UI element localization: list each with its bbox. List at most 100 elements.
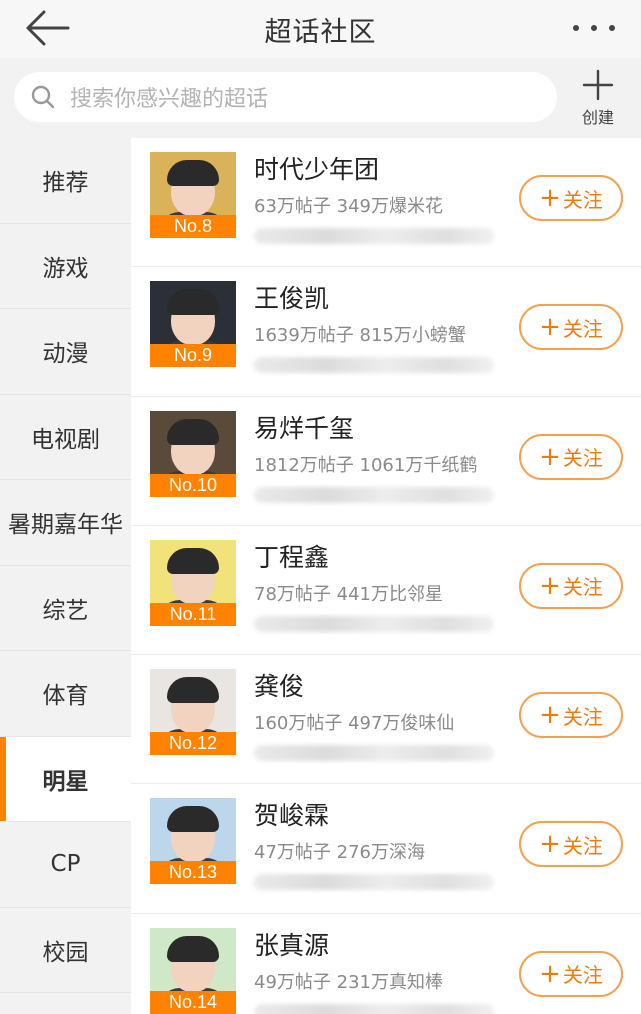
list-item[interactable]: No.8 时代少年团 63万帖子 349万爆米花 + 关注 [131,138,641,268]
list-item[interactable]: No.14 张真源 49万帖子 231万真知棒 + 关注 [131,914,641,1014]
page-title: 超话社区 [264,16,377,48]
sidebar-item[interactable]: 推荐 [0,138,131,224]
thumbnail-hair [167,806,219,833]
follow-button[interactable]: + 关注 [519,562,623,609]
blurred-text [254,228,494,244]
sidebar-item-label: 明星 [42,768,89,795]
blurred-text [254,615,494,632]
follow-button[interactable]: + 关注 [519,950,623,997]
create-button[interactable]: 创建 [570,66,626,132]
create-label: 创建 [581,108,614,127]
topic-stats: 78万帖子 441万比邻星 [254,583,443,605]
topic-name: 丁程鑫 [254,542,330,572]
topic-name: 易烊千玺 [254,413,355,443]
follow-plus-icon: + [539,183,561,213]
follow-button[interactable]: + 关注 [519,692,623,739]
rank-badge: No.12 [150,732,236,756]
rank-badge: No.8 [150,215,236,238]
search-input[interactable]: 搜索你感兴趣的超话 [14,72,557,122]
rank-badge: No.13 [150,861,236,885]
sidebar-item-label: 暑期嘉年华 [8,512,123,539]
topic-thumbnail: No.13 [150,798,236,885]
thumbnail-hair [167,160,219,186]
sidebar-item[interactable]: 体育 [0,651,131,737]
follow-plus-icon: + [539,441,561,472]
rank-badge: No.11 [150,602,236,626]
topic-name: 王俊凯 [254,284,330,314]
follow-plus-icon: + [539,570,561,601]
thumbnail-hair [167,547,219,574]
top-bar: 超话社区 [0,0,641,58]
topic-stats: 160万帖子 497万俊味仙 [254,713,455,735]
blurred-text [254,357,494,374]
topic-name: 龚俊 [254,672,305,702]
sidebar-item[interactable]: 游戏 [0,224,131,309]
sidebar-item[interactable]: 动漫 [0,309,131,395]
blurred-text [254,874,494,891]
list-item[interactable]: No.9 王俊凯 1639万帖子 815万小螃蟹 + 关注 [131,267,641,397]
follow-label: 关注 [562,704,603,729]
follow-button[interactable]: + 关注 [519,821,623,868]
topic-stats: 49万帖子 231万真知棒 [254,971,443,993]
follow-button[interactable]: + 关注 [519,433,623,480]
follow-label: 关注 [562,446,603,471]
follow-button[interactable]: + 关注 [519,304,623,351]
sidebar-item-label: 动漫 [42,341,89,368]
follow-plus-icon: + [539,958,561,989]
thumbnail-hair [167,935,219,962]
sidebar-item[interactable]: CP [0,822,131,908]
topic-stats: 1639万帖子 815万小螃蟹 [254,325,466,347]
follow-label: 关注 [562,575,603,600]
sidebar-item-label: 校园 [42,939,89,966]
follow-label: 关注 [562,316,603,341]
plus-icon [582,69,614,101]
blurred-text [254,486,494,503]
rank-badge: No.14 [150,990,236,1014]
back-arrow-icon[interactable] [22,6,72,50]
search-icon [31,85,55,109]
topic-thumbnail: No.9 [150,281,236,368]
blurred-text [254,745,494,762]
thumbnail-hair [167,418,219,445]
sidebar-item-label: 推荐 [42,170,89,197]
list-item[interactable]: No.13 贺峻霖 47万帖子 276万深海 + 关注 [131,784,641,914]
topic-thumbnail: No.8 [150,152,236,238]
search-row: 搜索你感兴趣的超话 创建 [0,58,641,138]
thumbnail-hair [167,289,219,316]
category-sidebar: 推荐游戏动漫电视剧暑期嘉年华综艺体育明星 CP 校园 [0,138,131,1014]
sidebar-item[interactable]: 综艺 [0,566,131,651]
more-icon[interactable] [573,22,615,34]
topic-thumbnail: No.12 [150,669,236,756]
follow-plus-icon: + [539,312,561,343]
follow-label: 关注 [562,833,603,858]
blurred-text [254,1003,494,1014]
list-item[interactable]: No.12 龚俊 160万帖子 497万俊味仙 + 关注 [131,655,641,785]
sidebar-item-label: 综艺 [42,597,89,624]
rank-badge: No.10 [150,473,236,497]
thumbnail-hair [167,677,219,704]
topic-stats: 63万帖子 349万爆米花 [254,196,443,217]
search-placeholder: 搜索你感兴趣的超话 [70,87,269,112]
topic-thumbnail: No.10 [150,410,236,497]
sidebar-item[interactable]: 校园 [0,908,131,993]
list-item[interactable]: No.10 易烊千玺 1812万帖子 1061万千纸鹤 + 关注 [131,397,641,526]
follow-plus-icon: + [539,700,561,731]
follow-button[interactable]: + 关注 [519,175,623,221]
topic-name: 贺峻霖 [254,801,330,831]
rank-badge: No.9 [150,344,236,368]
topic-name: 张真源 [254,930,330,960]
list-item[interactable]: No.11 丁程鑫 78万帖子 441万比邻星 + 关注 [131,526,641,656]
topic-thumbnail: No.11 [150,539,236,626]
sidebar-item[interactable]: 暑期嘉年华 [0,480,131,566]
topic-stats: 1812万帖子 1061万千纸鹤 [254,454,478,476]
sidebar-item-label: 电视剧 [31,426,100,453]
sidebar-item-label: CP [50,851,81,878]
follow-plus-icon: + [539,829,561,860]
topic-stats: 47万帖子 276万深海 [254,842,425,864]
sidebar-item-label: 游戏 [42,255,89,282]
topic-thumbnail: No.14 [150,927,236,1014]
sidebar-item[interactable]: 明星 [0,736,131,822]
follow-label: 关注 [562,187,603,212]
sidebar-item-label: 体育 [42,683,89,710]
sidebar-item[interactable]: 电视剧 [0,395,131,480]
